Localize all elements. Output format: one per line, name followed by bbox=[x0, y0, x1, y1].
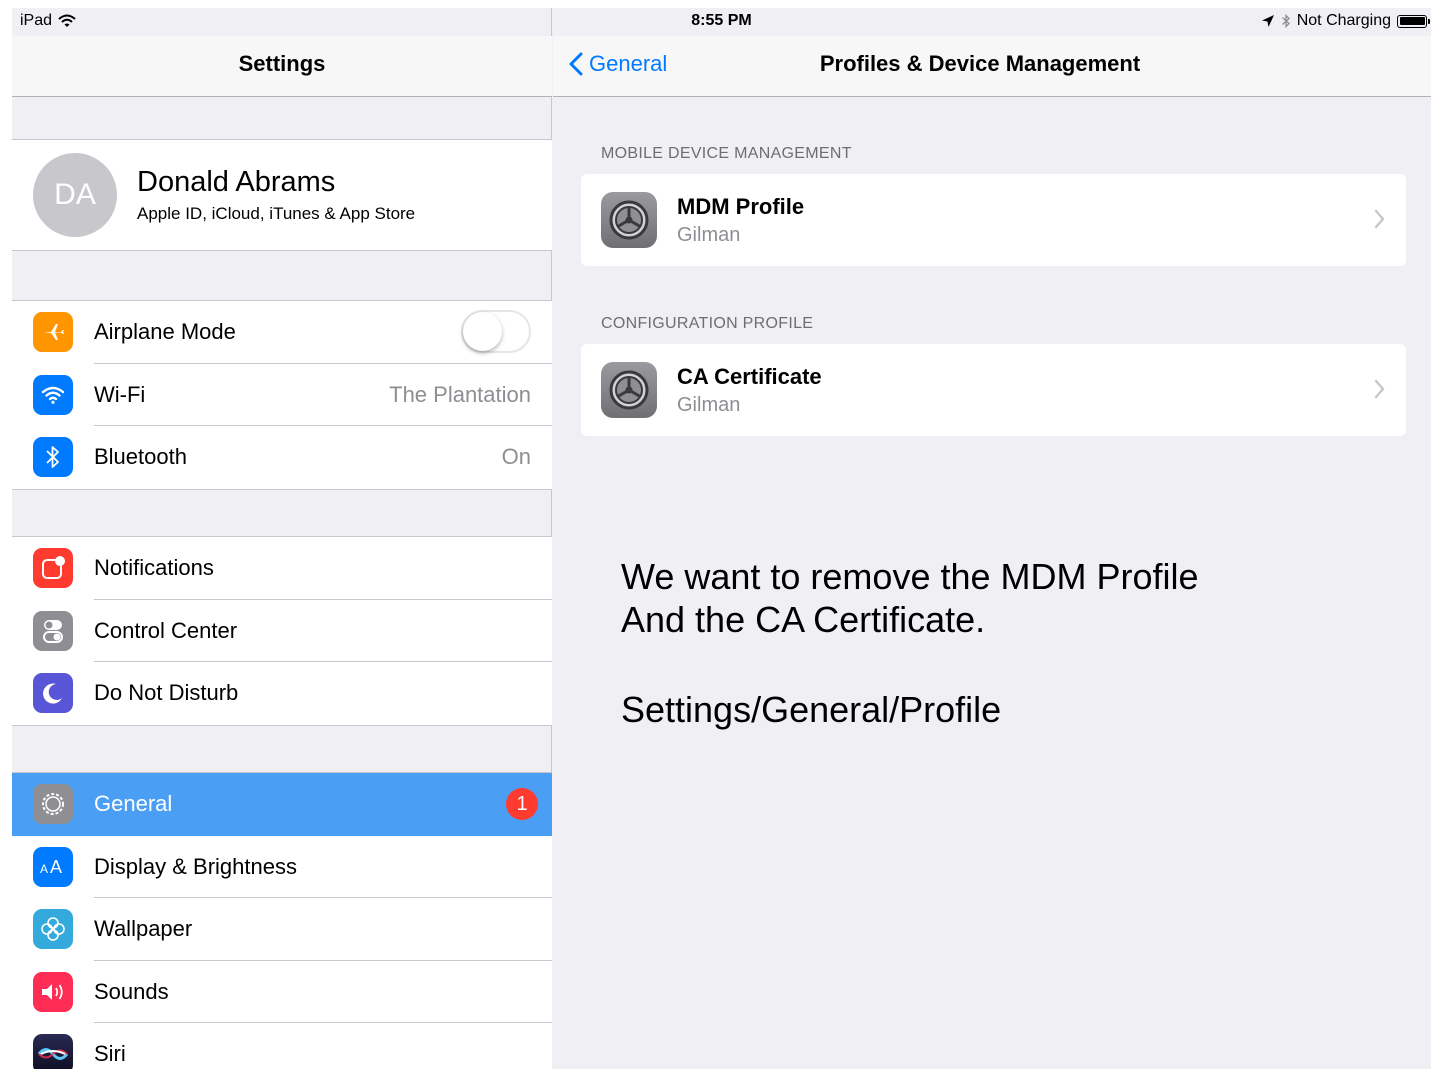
display-icon: AA bbox=[33, 846, 73, 887]
svg-text:A: A bbox=[50, 857, 62, 877]
detail-title-text: Profiles & Device Management bbox=[819, 51, 1141, 76]
status-time: 8:55 PM bbox=[691, 12, 752, 29]
bluetooth-status-icon bbox=[1281, 13, 1290, 29]
control-center-icon bbox=[33, 610, 73, 651]
ca-certificate-row[interactable]: CA Certificate Gilman bbox=[581, 344, 1406, 436]
sounds-icon bbox=[33, 971, 73, 1012]
gear-icon bbox=[33, 784, 73, 824]
sidebar-item-wallpaper[interactable]: Wallpaper bbox=[12, 898, 552, 961]
wallpaper-icon bbox=[33, 909, 73, 949]
sidebar-item-label: Siri bbox=[94, 1041, 126, 1067]
sidebar-item-label: Wi-Fi bbox=[94, 381, 146, 407]
sidebar-item-siri[interactable]: Siri bbox=[12, 1023, 552, 1069]
location-arrow-icon bbox=[1261, 15, 1274, 27]
profile-item-org: Gilman bbox=[677, 224, 741, 246]
detail-title: Profiles & Device Management bbox=[553, 51, 1431, 77]
sidebar-item-label: General bbox=[94, 791, 173, 817]
annotation-line-3: Settings/General/Profile bbox=[621, 689, 1002, 730]
wifi-network-value: The Plantation bbox=[389, 381, 531, 407]
sidebar-item-wifi[interactable]: Wi-Fi The Plantation bbox=[12, 364, 552, 426]
sidebar-item-label: Sounds bbox=[94, 978, 169, 1004]
notification-badge: 1 bbox=[506, 788, 538, 820]
connectivity-group: Airplane Mode Wi-Fi The Plantation Bluet… bbox=[12, 300, 552, 490]
airplane-mode-toggle[interactable] bbox=[461, 310, 531, 353]
battery-icon bbox=[1397, 14, 1430, 28]
detail-panel: General Profiles & Device Management MOB… bbox=[553, 8, 1431, 1069]
moon-icon bbox=[33, 673, 73, 713]
sidebar-item-general[interactable]: General 1 bbox=[12, 773, 552, 836]
settings-master-panel: Settings DA Donald Abrams Apple ID, iClo… bbox=[12, 8, 552, 1069]
sidebar-item-control-center[interactable]: Control Center bbox=[12, 600, 552, 662]
sidebar-item-label: Do Not Disturb bbox=[94, 680, 239, 706]
sidebar-item-label: Notifications bbox=[94, 555, 214, 581]
sidebar-item-bluetooth[interactable]: Bluetooth On bbox=[12, 426, 552, 489]
detail-navbar: General Profiles & Device Management bbox=[553, 36, 1431, 97]
battery-level bbox=[1399, 17, 1425, 25]
mdm-profile-row[interactable]: MDM Profile Gilman bbox=[581, 174, 1406, 266]
charging-status: Not Charging bbox=[1296, 12, 1391, 29]
sidebar-item-label: Bluetooth bbox=[94, 444, 187, 470]
bluetooth-icon bbox=[33, 437, 73, 477]
section-header: MOBILE DEVICE MANAGEMENT bbox=[601, 145, 852, 162]
apple-id-cell[interactable]: DA Donald Abrams Apple ID, iCloud, iTune… bbox=[12, 139, 552, 251]
avatar: DA bbox=[33, 153, 117, 237]
sidebar-item-sounds[interactable]: Sounds bbox=[12, 961, 552, 1023]
sidebar-item-airplane-mode[interactable]: Airplane Mode bbox=[12, 301, 552, 364]
system-group: Notifications Control Center Do Not Dist… bbox=[12, 536, 552, 726]
page-title: Settings bbox=[238, 51, 326, 76]
preferences-group: General 1 AA Display & Brightness Wallpa… bbox=[12, 772, 552, 1069]
profile-item-org: Gilman bbox=[677, 394, 741, 416]
sidebar-item-label: Airplane Mode bbox=[94, 319, 236, 345]
section-header: CONFIGURATION PROFILE bbox=[601, 315, 814, 332]
profile-name: Donald Abrams bbox=[137, 166, 336, 198]
sidebar-item-label: Control Center bbox=[94, 617, 238, 643]
status-right: Not Charging bbox=[1261, 12, 1430, 30]
profile-item-name: MDM Profile bbox=[677, 194, 805, 219]
siri-icon bbox=[33, 1034, 73, 1069]
settings-gear-icon bbox=[601, 362, 657, 418]
profile-item-name: CA Certificate bbox=[677, 364, 822, 389]
wifi-icon bbox=[33, 374, 73, 415]
sidebar-item-do-not-disturb[interactable]: Do Not Disturb bbox=[12, 662, 552, 725]
settings-navbar: Settings bbox=[12, 36, 552, 97]
annotation-line-1: We want to remove the MDM Profile bbox=[621, 556, 1199, 597]
toggle-knob bbox=[463, 312, 502, 351]
bluetooth-value: On bbox=[501, 444, 531, 470]
sidebar-item-label: Wallpaper bbox=[94, 916, 193, 942]
chevron-right-icon bbox=[1374, 379, 1385, 399]
sidebar-item-label: Display & Brightness bbox=[94, 853, 297, 879]
status-bar: iPad 8:55 PM Not Charging bbox=[12, 8, 1431, 36]
chevron-right-icon bbox=[1374, 209, 1385, 229]
ipad-screen: Settings DA Donald Abrams Apple ID, iClo… bbox=[12, 8, 1431, 1069]
sidebar-item-notifications[interactable]: Notifications bbox=[12, 537, 552, 600]
notifications-icon bbox=[33, 548, 73, 588]
airplane-icon bbox=[33, 312, 73, 352]
profile-subtitle: Apple ID, iCloud, iTunes & App Store bbox=[137, 204, 416, 223]
sidebar-item-display-brightness[interactable]: AA Display & Brightness bbox=[12, 836, 552, 898]
svg-text:A: A bbox=[40, 862, 48, 876]
annotation-line-2: And the CA Certificate. bbox=[621, 599, 986, 640]
settings-gear-icon bbox=[601, 192, 657, 248]
